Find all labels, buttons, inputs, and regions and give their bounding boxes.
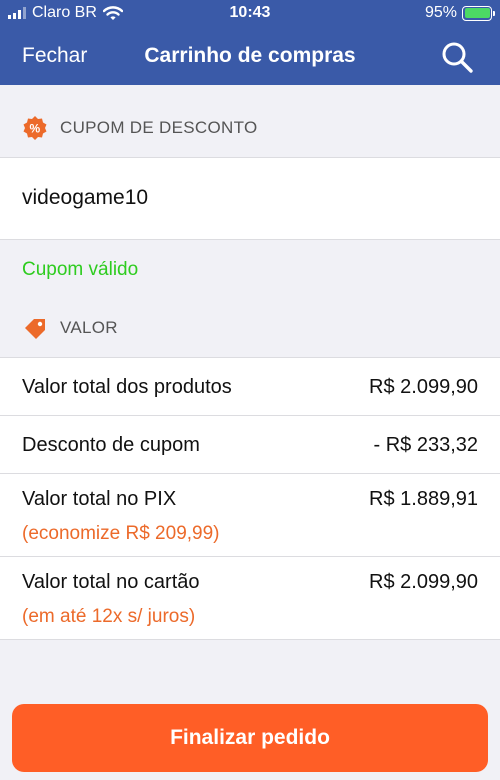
page-title: Carrinho de compras [144,44,356,67]
checkout-button[interactable]: Finalizar pedido [12,704,488,772]
svg-text:%: % [30,122,41,136]
row-label: Valor total no PIX [22,488,177,510]
row-value: R$ 2.099,90 [369,571,478,593]
installments-note: (em até 12x s/ juros) [22,606,196,627]
coupon-status: Cupom válido [22,259,139,280]
value-card: Valor total dos produtos R$ 2.099,90 Des… [0,357,500,640]
app-header: Claro BR 10:43 95% Fechar Carrinho de co… [0,0,500,85]
coupon-input-card: videogame10 [0,157,500,240]
value-row-products: Valor total dos produtos R$ 2.099,90 [0,358,500,416]
value-row-discount: Desconto de cupom - R$ 233,32 [0,416,500,474]
status-right: 95% [424,4,495,22]
value-row-card: Valor total no cartão R$ 2.099,90 (em at… [0,557,500,640]
status-bar: Claro BR 10:43 95% [0,0,500,28]
row-value: R$ 1.889,91 [369,488,478,510]
coupon-section-title: CUPOM DE DESCONTO [60,118,258,137]
pix-savings-note: (economize R$ 209,99) [22,523,220,544]
discount-badge-icon: % [22,115,48,141]
coupon-code-field[interactable]: videogame10 [22,186,148,210]
battery-charging-icon [462,5,495,21]
price-tag-icon [22,315,48,341]
row-value: - R$ 233,32 [373,434,478,456]
value-section-title: VALOR [60,318,118,337]
search-icon[interactable] [440,40,474,74]
battery-percent: 95% [424,4,457,21]
row-value: R$ 2.099,90 [369,376,478,398]
coupon-section-header: % CUPOM DE DESCONTO [0,114,500,142]
value-section-header: VALOR [0,314,500,342]
row-label: Desconto de cupom [22,434,200,456]
row-label: Valor total no cartão [22,571,200,593]
value-row-pix: Valor total no PIX R$ 1.889,91 (economiz… [0,474,500,557]
row-label: Valor total dos produtos [22,376,232,398]
